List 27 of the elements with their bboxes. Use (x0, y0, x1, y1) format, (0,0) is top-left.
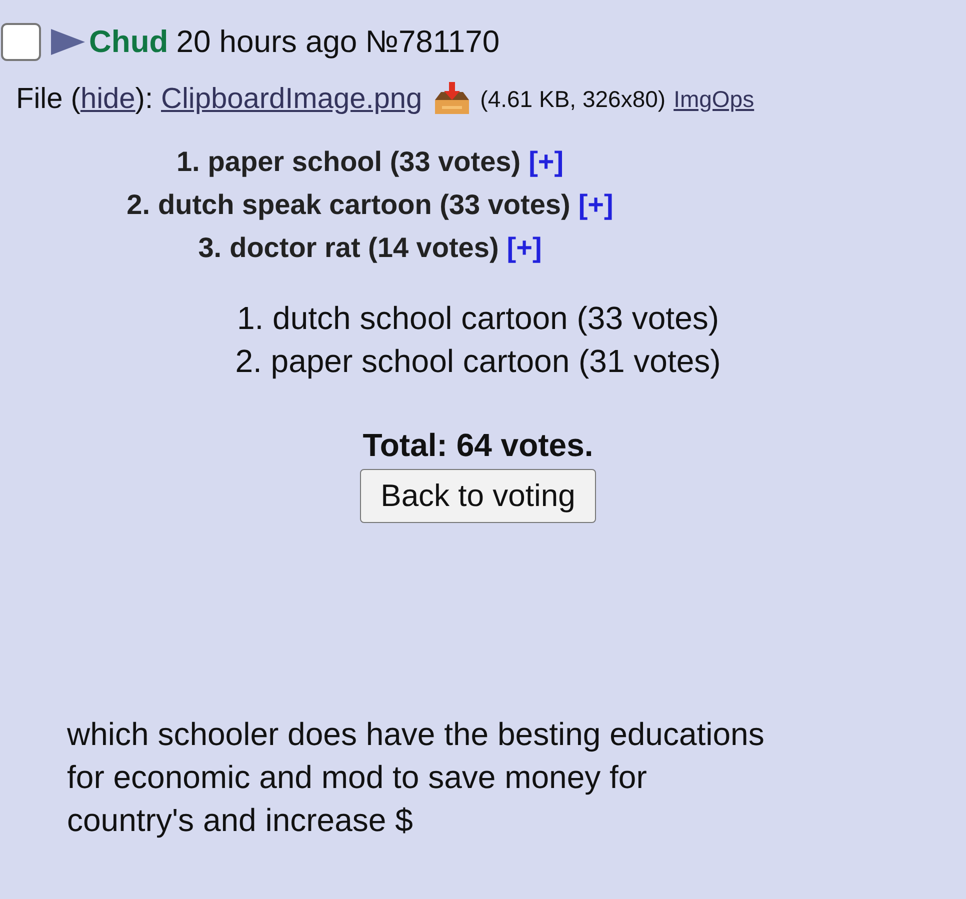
list-number: 3. (198, 232, 222, 263)
checkbox[interactable] (1, 23, 41, 61)
expand-mark: [+] (528, 146, 564, 177)
back-button[interactable]: Back to voting (360, 469, 596, 523)
result-line: 2. paper school cartoon (31 votes) (235, 342, 721, 381)
result-line: 1. dutch school cartoon (33 votes) (236, 299, 720, 338)
list-number: 1. (176, 146, 200, 177)
option-text: doctor rat (14 votes) (230, 232, 499, 263)
file-label: File ( (16, 82, 80, 116)
post-time: 20 hours ago (176, 24, 358, 60)
option-text: paper school (33 votes) (208, 146, 521, 177)
file-link[interactable]: ClipboardImage.png (161, 82, 422, 116)
file-label-end: ): (135, 82, 153, 116)
expand-mark: [+] (578, 189, 614, 220)
hide-link[interactable]: hide (80, 82, 136, 116)
comment-line: country's and increase $ (67, 801, 414, 840)
comment-line: which schooler does have the besting educations (67, 715, 766, 754)
expand-mark: [+] (506, 232, 542, 263)
post-number[interactable]: №781170 (365, 24, 500, 60)
imgops-link[interactable]: ImgOps (674, 86, 754, 112)
list-number: 2. (126, 189, 150, 220)
poster-name: Chud (89, 24, 168, 60)
file-size: (4.61 KB, 326x80) (480, 86, 666, 112)
comment-line: for economic and mod to save money for (67, 758, 648, 797)
play-icon[interactable] (51, 29, 85, 55)
option-text: dutch speak cartoon (33 votes) (158, 189, 570, 220)
vote-total: Total: 64 votes. (362, 426, 594, 465)
